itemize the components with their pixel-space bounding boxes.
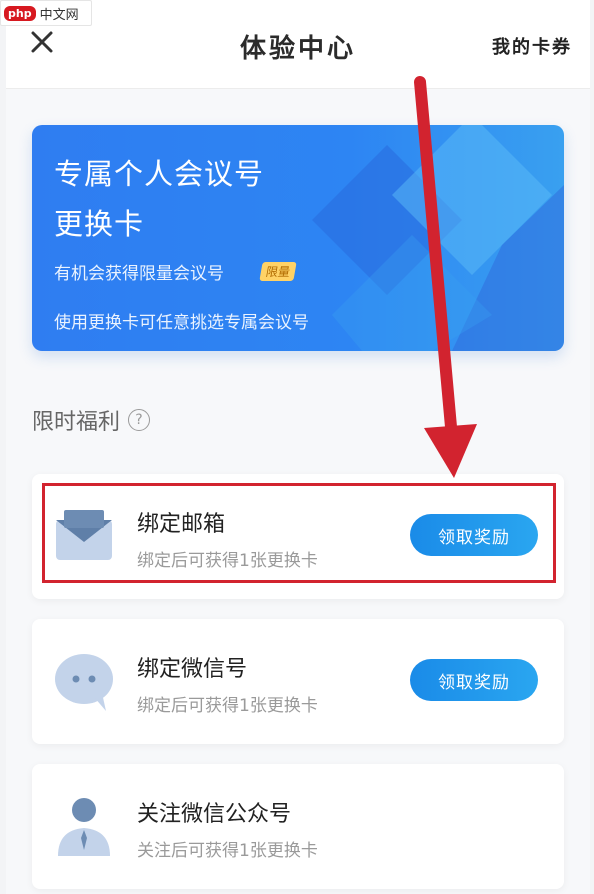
banner-description: 使用更换卡可任意挑选专属会议号 — [54, 313, 309, 333]
highlight-box-annotation — [42, 483, 556, 583]
task-card-follow-official-account: 关注微信公众号 关注后可获得1张更换卡 — [32, 764, 564, 889]
help-icon[interactable]: ? — [128, 409, 151, 431]
chat-bubble-icon — [55, 654, 113, 711]
task-card-bind-wechat: 绑定微信号 绑定后可获得1张更换卡 领取奖励 — [32, 619, 564, 744]
person-icon — [58, 798, 110, 856]
task-description: 关注后可获得1张更换卡 — [137, 841, 318, 861]
claim-reward-button[interactable]: 领取奖励 — [410, 659, 538, 701]
task-description: 绑定后可获得1张更换卡 — [137, 696, 318, 716]
my-coupons-link[interactable]: 我的卡券 — [492, 33, 572, 59]
section-header: 限时福利 ? — [32, 404, 151, 436]
navbar: 体验中心 我的卡券 — [6, 0, 590, 89]
banner-title-line2: 更换卡 — [54, 207, 145, 241]
watermark: php 中文网 — [0, 0, 92, 26]
task-title: 绑定微信号 — [137, 657, 248, 682]
watermark-text: 中文网 — [39, 7, 79, 23]
task-title: 关注微信公众号 — [137, 802, 292, 827]
banner-subtitle: 有机会获得限量会议号 — [54, 264, 224, 284]
promo-banner[interactable]: 专属个人会议号 更换卡 有机会获得限量会议号 限量 使用更换卡可任意挑选专属会议… — [32, 125, 564, 351]
limited-badge: 限量 — [259, 262, 297, 281]
banner-title-line1: 专属个人会议号 — [54, 157, 265, 191]
banner-title: 专属个人会议号 更换卡 — [54, 149, 264, 249]
watermark-badge: php — [4, 5, 36, 21]
section-title: 限时福利 — [32, 410, 121, 435]
app-frame: 体验中心 我的卡券 专属个人会议号 更换卡 有机会获得限量会议号 限量 使用更换… — [6, 0, 590, 894]
